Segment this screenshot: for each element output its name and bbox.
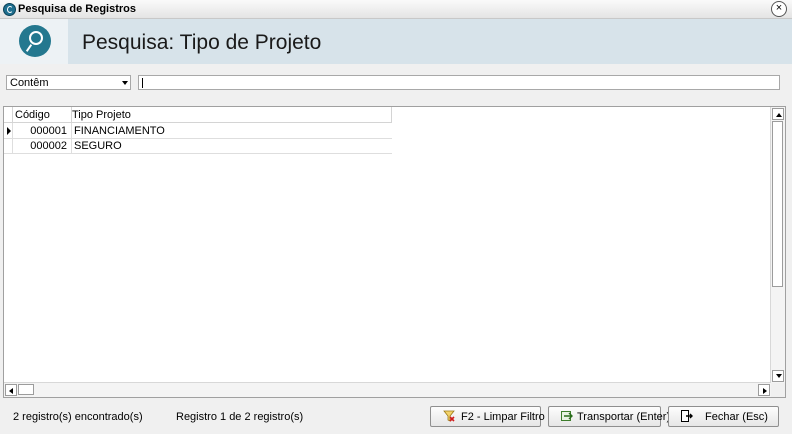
grid-header: Código Tipo Projeto: [4, 107, 392, 123]
clear-filter-button[interactable]: F2 - Limpar Filtro: [430, 406, 545, 427]
records-found-status: 2 registro(s) encontrado(s): [13, 411, 143, 423]
scroll-left-button[interactable]: [5, 384, 17, 396]
table-row[interactable]: 000002 SEGURO: [4, 138, 392, 154]
cell-codigo: 000001: [30, 125, 67, 137]
results-grid[interactable]: Código Tipo Projeto 000001 FINANCIAMENTO…: [3, 106, 786, 398]
header-icon-area: [0, 19, 68, 64]
text-caret: [142, 78, 143, 88]
column-header-tipo-projeto[interactable]: Tipo Projeto: [72, 109, 131, 121]
filter-mode-value: Contêm: [10, 77, 49, 89]
search-input[interactable]: [138, 75, 780, 90]
transport-button[interactable]: Transportar (Enter): [548, 406, 670, 427]
clear-filter-icon: [443, 410, 455, 422]
chevron-down-icon[interactable]: [122, 81, 128, 85]
horizontal-scroll-thumb[interactable]: [18, 384, 34, 395]
horizontal-scrollbar[interactable]: [4, 382, 771, 397]
cell-tipo-projeto: SEGURO: [74, 140, 122, 152]
transport-label: Transportar (Enter): [577, 411, 671, 423]
close-label: Fechar (Esc): [705, 411, 768, 423]
scroll-down-button[interactable]: [772, 370, 784, 382]
filter-mode-select[interactable]: Contêm: [6, 75, 131, 90]
search-icon: [19, 25, 51, 57]
current-row-indicator-icon: [7, 127, 11, 135]
table-row[interactable]: 000001 FINANCIAMENTO: [4, 123, 392, 139]
scroll-right-button[interactable]: [758, 384, 770, 396]
transport-icon: [561, 411, 573, 421]
exit-icon: [681, 410, 693, 422]
close-button[interactable]: Fechar (Esc): [668, 406, 779, 427]
vertical-scroll-thumb[interactable]: [772, 121, 783, 287]
vertical-scrollbar[interactable]: [770, 107, 785, 383]
window-close-button[interactable]: ×: [771, 1, 787, 17]
title-bar: Pesquisa de Registros ×: [0, 0, 792, 19]
window-title: Pesquisa de Registros: [18, 3, 136, 15]
scrollbar-corner: [771, 383, 785, 397]
app-icon: [3, 3, 16, 16]
cell-codigo: 000002: [30, 140, 67, 152]
page-header: Pesquisa: Tipo de Projeto: [0, 19, 792, 64]
column-header-codigo[interactable]: Código: [15, 109, 50, 121]
cell-tipo-projeto: FINANCIAMENTO: [74, 125, 165, 137]
record-position-status: Registro 1 de 2 registro(s): [176, 411, 304, 423]
clear-filter-label: F2 - Limpar Filtro: [461, 411, 545, 423]
scroll-up-button[interactable]: [772, 108, 784, 120]
page-title: Pesquisa: Tipo de Projeto: [82, 31, 322, 54]
